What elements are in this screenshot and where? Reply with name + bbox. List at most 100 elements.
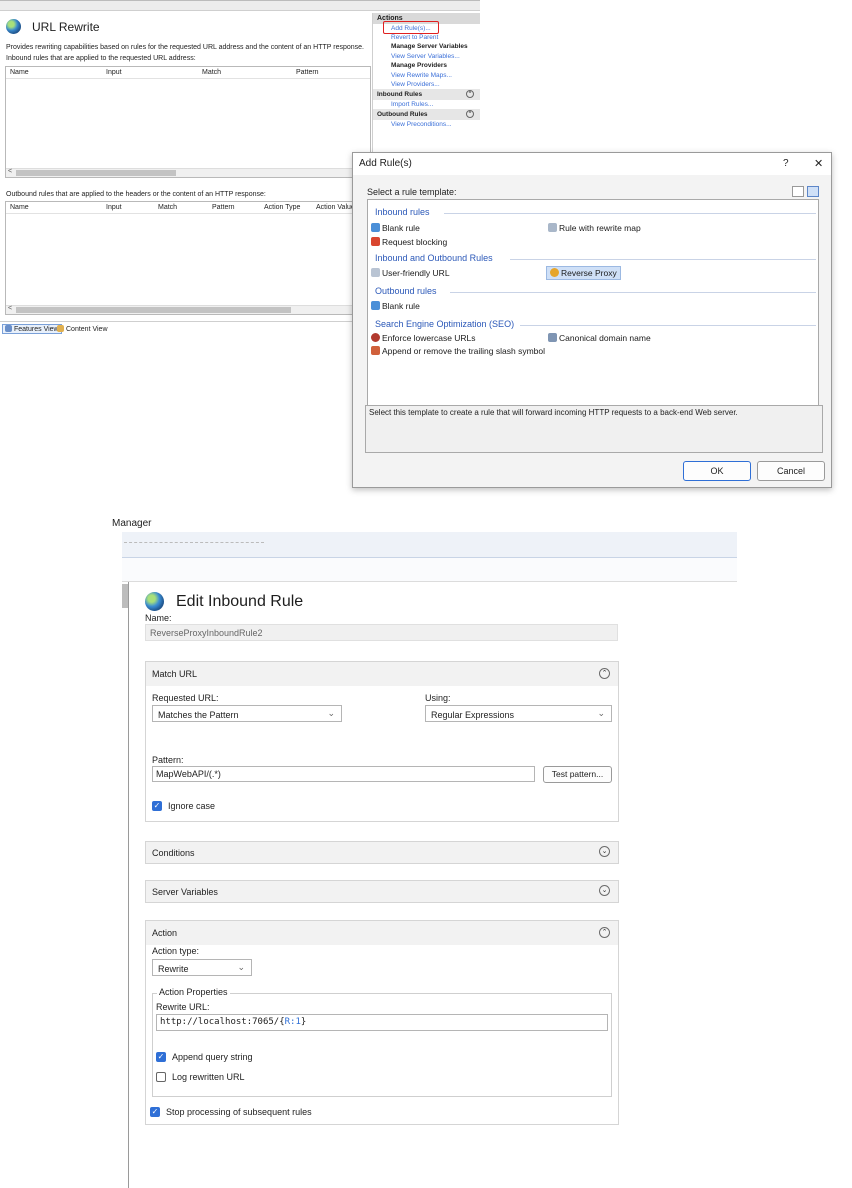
page-title: URL Rewrite: [32, 20, 100, 34]
column-header[interactable]: Pattern: [296, 69, 319, 76]
template-canonical-domain[interactable]: Canonical domain name: [548, 333, 651, 343]
stop-processing-checkbox[interactable]: ✓: [150, 1107, 160, 1117]
column-header[interactable]: Pattern: [212, 204, 235, 211]
import-rules-link[interactable]: Import Rules...: [373, 100, 480, 109]
requested-url-select[interactable]: Matches the Pattern ⌄: [152, 705, 342, 722]
template-request-blocking[interactable]: Request blocking: [371, 237, 447, 247]
append-query-label: Append query string: [172, 1052, 253, 1062]
inbound-rules-section[interactable]: Inbound Rules ⌃: [373, 89, 480, 100]
column-header[interactable]: Match: [158, 204, 177, 211]
tile-view-icon[interactable]: [807, 186, 819, 197]
chevron-down-icon: ⌄: [327, 708, 335, 718]
cancel-button[interactable]: Cancel: [757, 461, 825, 481]
help-button[interactable]: ?: [783, 158, 789, 169]
group-outbound-rules: Outbound rules: [375, 286, 437, 296]
template-outbound-blank-rule[interactable]: Blank rule: [371, 301, 420, 311]
test-pattern-button[interactable]: Test pattern...: [543, 766, 612, 783]
chevron-down-icon[interactable]: ⌄: [599, 885, 610, 896]
scroll-left-icon[interactable]: <: [8, 305, 12, 312]
chevron-down-icon: ⌄: [237, 962, 245, 972]
features-view-tab[interactable]: Features View: [2, 324, 62, 334]
edit-inbound-rule-panel: Manager Edit Inbound Rule Name: ReverseP…: [112, 518, 737, 1188]
template-trailing-slash[interactable]: Append or remove the trailing slash symb…: [371, 346, 545, 356]
ignore-case-checkbox[interactable]: ✓: [152, 801, 162, 811]
conditions-header[interactable]: Conditions ⌄: [146, 842, 618, 863]
outbound-rules-table[interactable]: Name Input Match Pattern Action Type Act…: [5, 201, 371, 315]
column-header[interactable]: Input: [106, 204, 122, 211]
revert-to-parent-link[interactable]: Revert to Parent: [373, 33, 480, 42]
scrollbar-thumb[interactable]: [16, 307, 291, 313]
name-field[interactable]: ReverseProxyInboundRule2: [145, 624, 618, 641]
action-type-label: Action type:: [152, 946, 200, 956]
match-url-header[interactable]: Match URL ⌃: [146, 662, 618, 686]
scroll-left-icon[interactable]: <: [8, 168, 12, 175]
inbound-caption: Inbound rules that are applied to the re…: [6, 55, 196, 62]
ok-button[interactable]: OK: [683, 461, 751, 481]
rule-template-list[interactable]: Inbound rules Blank rule Rule with rewri…: [367, 199, 819, 427]
page-description: Provides rewriting capabilities based on…: [6, 44, 364, 51]
chevron-down-icon[interactable]: ⌄: [599, 846, 610, 857]
server-variables-section[interactable]: Server Variables ⌄: [145, 880, 619, 903]
actions-pane: Actions Add Rule(s)... Revert to Parent …: [372, 13, 480, 163]
reverse-proxy-icon: [550, 268, 559, 277]
toolbar-strip: [122, 532, 737, 558]
scrollbar-thumb[interactable]: [16, 170, 176, 176]
action-properties-legend: Action Properties: [157, 987, 230, 997]
content-view-tab[interactable]: Content View: [57, 325, 108, 333]
add-rules-link[interactable]: Add Rule(s)...: [373, 21, 480, 34]
chevron-up-icon[interactable]: ⌃: [466, 110, 474, 118]
group-inbound-rules: Inbound rules: [375, 207, 430, 217]
column-header[interactable]: Action Value: [316, 204, 355, 211]
server-variables-header[interactable]: Server Variables ⌄: [146, 881, 618, 902]
template-user-friendly-url[interactable]: User-friendly URL: [371, 268, 450, 278]
log-rewritten-label: Log rewritten URL: [172, 1072, 245, 1082]
view-server-variables-link[interactable]: View Server Variables...: [373, 52, 480, 61]
page-title: Edit Inbound Rule: [176, 593, 304, 610]
rewrite-url-input[interactable]: http://localhost:7065/{R:1}: [156, 1014, 608, 1031]
ignore-case-label: Ignore case: [168, 801, 216, 811]
column-header[interactable]: Match: [202, 69, 221, 76]
action-type-select[interactable]: Rewrite ⌄: [152, 959, 252, 976]
column-header[interactable]: Action Type: [264, 204, 300, 211]
outbound-rules-section[interactable]: Outbound Rules ⌃: [373, 109, 480, 120]
rewrite-url-variable: R:1: [284, 1017, 301, 1027]
column-header[interactable]: Name: [10, 69, 29, 76]
pattern-input[interactable]: MapWebAPI/(.*): [152, 766, 535, 782]
lowercase-icon: [371, 333, 380, 342]
inbound-rules-table[interactable]: Name Input Match Pattern <: [5, 66, 371, 178]
chevron-up-icon[interactable]: ⌃: [466, 90, 474, 98]
column-header[interactable]: Input: [106, 69, 122, 76]
template-blank-rule[interactable]: Blank rule: [371, 223, 420, 233]
chevron-up-icon[interactable]: ⌃: [599, 668, 610, 679]
log-rewritten-checkbox[interactable]: [156, 1072, 166, 1082]
horizontal-scrollbar[interactable]: <: [6, 305, 370, 314]
select-template-label: Select a rule template:: [367, 187, 457, 197]
pane-divider: [128, 582, 129, 1188]
table-header: Name Input Match Pattern Action Type Act…: [6, 202, 370, 214]
view-providers-link[interactable]: View Providers...: [373, 80, 480, 89]
horizontal-scrollbar[interactable]: <: [6, 168, 370, 177]
view-preconditions-link[interactable]: View Preconditions...: [373, 120, 480, 129]
outbound-caption: Outbound rules that are applied to the h…: [6, 191, 266, 198]
blank-rule-icon: [371, 223, 380, 232]
list-view-icon[interactable]: [792, 186, 804, 197]
match-url-section: Match URL ⌃ Requested URL: Matches the P…: [145, 661, 619, 822]
append-query-checkbox[interactable]: ✓: [156, 1052, 166, 1062]
template-reverse-proxy[interactable]: Reverse Proxy: [546, 266, 621, 280]
template-rule-with-rewrite-map[interactable]: Rule with rewrite map: [548, 223, 641, 233]
action-header[interactable]: Action ⌃: [146, 921, 618, 945]
template-enforce-lowercase[interactable]: Enforce lowercase URLs: [371, 333, 476, 343]
view-rewrite-maps-link[interactable]: View Rewrite Maps...: [373, 71, 480, 80]
group-divider: [444, 213, 816, 214]
using-select[interactable]: Regular Expressions ⌄: [425, 705, 612, 722]
request-blocking-icon: [371, 237, 380, 246]
features-view-icon: [5, 325, 12, 332]
group-divider: [510, 259, 816, 260]
chevron-up-icon[interactable]: ⌃: [599, 927, 610, 938]
conditions-section[interactable]: Conditions ⌄: [145, 841, 619, 864]
trailing-slash-icon: [371, 346, 380, 355]
column-header[interactable]: Name: [10, 204, 29, 211]
close-button[interactable]: ✕: [814, 157, 823, 170]
group-divider: [520, 325, 816, 326]
action-properties-group: Action Properties Rewrite URL: http://lo…: [152, 987, 612, 1097]
